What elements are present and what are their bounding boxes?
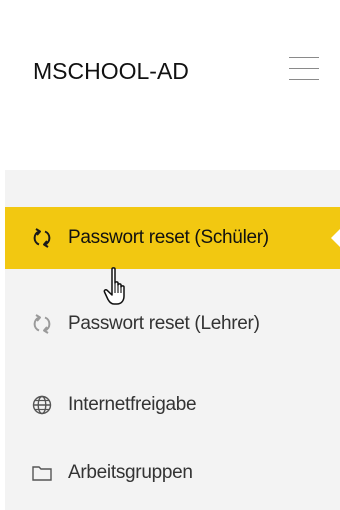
sidebar-item-label: Arbeitsgruppen xyxy=(68,462,193,483)
refresh-icon xyxy=(31,313,53,335)
sidebar-item-password-reset-teachers[interactable]: Passwort reset (Lehrer) xyxy=(5,293,340,355)
sidebar-item-label: Passwort reset (Schüler) xyxy=(68,227,269,248)
refresh-icon xyxy=(31,227,53,249)
hand-pointer-cursor-icon xyxy=(103,266,133,306)
hamburger-menu-icon[interactable] xyxy=(289,55,319,81)
sidebar-item-internet-access[interactable]: Internetfreigabe xyxy=(5,374,340,436)
app-title: MSCHOOL-AD xyxy=(33,58,189,84)
folder-icon xyxy=(31,462,53,484)
hamburger-line xyxy=(289,57,319,58)
page: MSCHOOL-AD Passwort reset (Schüler) Pass… xyxy=(0,0,340,510)
hamburger-line xyxy=(289,68,319,69)
sidebar-item-label: Internetfreigabe xyxy=(68,394,197,415)
hamburger-line xyxy=(289,79,319,80)
sidebar: Passwort reset (Schüler) Passwort reset … xyxy=(5,170,340,510)
sidebar-item-workgroups[interactable]: Arbeitsgruppen xyxy=(5,442,340,504)
sidebar-item-password-reset-students[interactable]: Passwort reset (Schüler) xyxy=(5,207,340,269)
globe-icon xyxy=(31,394,53,416)
sidebar-item-label: Passwort reset (Lehrer) xyxy=(68,313,260,334)
